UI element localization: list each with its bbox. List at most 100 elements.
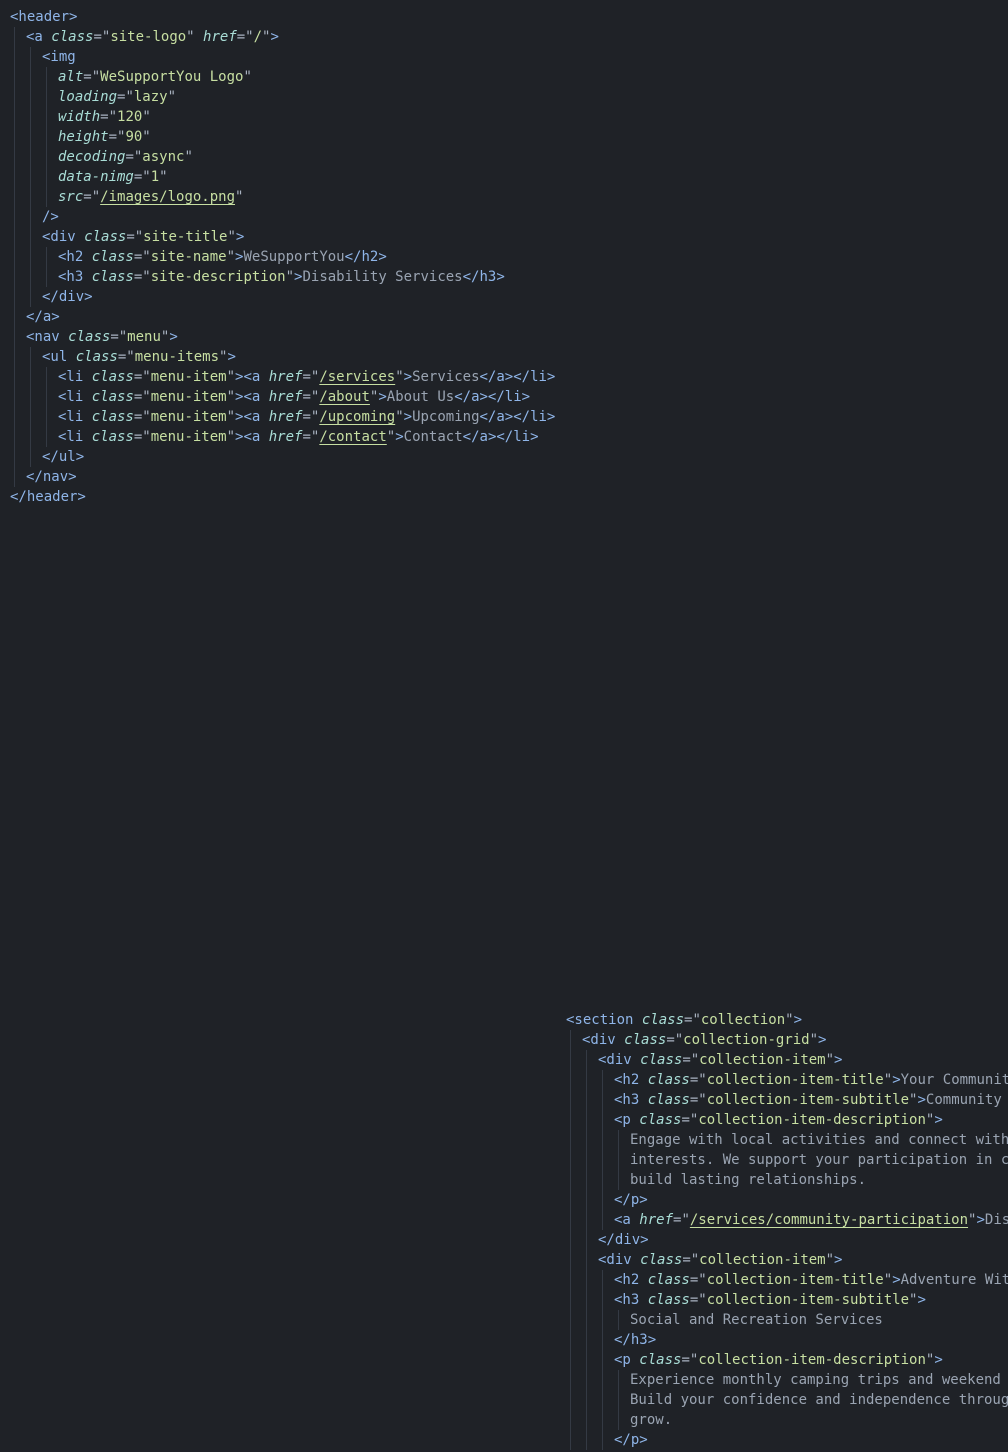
code-token: > [934,1352,943,1368]
code-line[interactable]: /> [10,207,555,227]
code-line[interactable]: </p> [566,1430,1008,1450]
code-line[interactable]: <nav class="menu"> [10,327,555,347]
code-token: <li [58,389,92,405]
code-line[interactable]: loading="lazy" [10,87,555,107]
code-token: =" [117,89,134,105]
code-token: / [253,29,263,45]
code-line[interactable]: <li class="menu-item"><a href="/about">A… [10,387,555,407]
code-line[interactable]: decoding="async" [10,147,555,167]
code-line[interactable]: Build your confidence and independence t… [566,1390,1008,1410]
code-line[interactable]: <a class="site-logo" href="/"> [10,27,555,47]
code-line[interactable]: <h3 class="collection-item-subtitle">Com… [566,1090,1008,1110]
code-line[interactable]: </nav> [10,467,555,487]
code-token: " [142,129,151,145]
code-token: </h2> [344,249,387,265]
code-token: =" [666,1032,684,1048]
code-token: =" [93,29,111,45]
code-line[interactable]: </ul> [10,447,555,467]
code-line[interactable]: <div class="collection-grid"> [566,1030,1008,1050]
code-token: > [395,429,404,445]
code-line[interactable]: <h2 class="collection-item-title">Advent… [566,1270,1008,1290]
code-line[interactable]: data-nimg="1" [10,167,555,187]
code-token: <p [614,1352,640,1368]
code-line[interactable]: <img [10,47,555,67]
code-token: " [159,169,168,185]
code-token: site-title [143,229,228,245]
code-line[interactable]: alt="WeSupportYou Logo" [10,67,555,87]
code-line[interactable]: </div> [10,287,555,307]
code-token: =" [302,429,320,445]
code-token: <h2 [58,249,92,265]
code-token: <li [58,429,92,445]
code-token: > [934,1112,943,1128]
code-line[interactable]: interests. We support your participation… [566,1150,1008,1170]
code-token[interactable]: /services/community-participation [690,1212,968,1228]
code-line[interactable]: build lasting relationships. [566,1170,1008,1190]
code-line[interactable]: </div> [566,1230,1008,1250]
code-line[interactable]: <a href="/services/community-participati… [566,1210,1008,1230]
code-line[interactable]: <p class="collection-item-description"> [566,1350,1008,1370]
code-token: loading [58,89,118,105]
code-block-collection[interactable]: <section class="collection"> <div class="… [566,1010,1008,1450]
code-token: > [892,1272,901,1288]
code-token: class [647,1272,690,1288]
code-token[interactable]: /contact [319,429,386,445]
code-token: async [142,149,185,165]
code-line[interactable]: Social and Recreation Services [566,1310,1008,1330]
code-token: height [58,129,109,145]
code-token: </a></li> [479,369,556,385]
code-line[interactable]: <p class="collection-item-description"> [566,1110,1008,1130]
code-line[interactable]: Engage with local activities and connect… [566,1130,1008,1150]
code-token: =" [133,269,151,285]
code-token: menu-item [150,429,227,445]
code-token: class [91,369,134,385]
code-block-header[interactable]: <header> <a class="site-logo" href="/"> <i… [10,7,555,507]
code-token: =" [133,389,151,405]
code-line[interactable]: </header> [10,487,555,507]
code-token: =" [83,69,101,85]
code-token: Engage with local activities and connect… [630,1132,1008,1148]
code-line[interactable]: width="120" [10,107,555,127]
code-line[interactable]: Experience monthly camping trips and wee… [566,1370,1008,1390]
code-token: > [403,369,413,385]
code-token: > [793,1012,803,1028]
code-token: > [169,329,178,345]
code-line[interactable]: <div class="collection-item"> [566,1050,1008,1070]
code-line[interactable]: <li class="menu-item"><a href="/upcoming… [10,407,555,427]
code-token: <div [598,1052,641,1068]
code-line[interactable]: <div class="site-title"> [10,227,555,247]
code-line[interactable]: <div class="collection-item"> [566,1250,1008,1270]
code-token: <div [582,1032,625,1048]
code-token: > [270,29,279,45]
code-line[interactable]: <h3 class="site-description">Disability … [10,267,555,287]
code-token: </h3> [462,269,505,285]
code-line[interactable]: grow. [566,1410,1008,1430]
code-line[interactable]: <li class="menu-item"><a href="/services… [10,367,555,387]
code-token: =" [126,229,144,245]
code-token: lazy [133,89,168,105]
code-token: " [785,1012,794,1028]
code-token: </a></li> [479,409,556,425]
code-token: > [834,1052,843,1068]
code-line[interactable]: <ul class="menu-items"> [10,347,555,367]
code-token: " [226,389,236,405]
code-line[interactable]: <header> [10,7,555,27]
code-token[interactable]: /upcoming [319,409,395,425]
code-token: " [186,29,204,45]
code-token: <a [26,29,52,45]
code-line[interactable]: <h3 class="collection-item-subtitle"> [566,1290,1008,1310]
code-line[interactable]: </a> [10,307,555,327]
code-line[interactable]: </h3> [566,1330,1008,1350]
code-line[interactable]: <h2 class="collection-item-title">Your C… [566,1070,1008,1090]
code-token: /> [42,209,59,225]
code-line[interactable]: src="/images/logo.png" [10,187,555,207]
code-token: <h3 [614,1292,648,1308]
code-line[interactable]: <section class="collection"> [566,1010,1008,1030]
code-token[interactable]: /services [319,369,395,385]
code-line[interactable]: </p> [566,1190,1008,1210]
code-token[interactable]: /about [319,389,370,405]
code-line[interactable]: <h2 class="site-name">WeSupportYou</h2> [10,247,555,267]
code-line[interactable]: <li class="menu-item"><a href="/contact"… [10,427,555,447]
code-token[interactable]: /images/logo.png [100,189,235,205]
code-line[interactable]: height="90" [10,127,555,147]
